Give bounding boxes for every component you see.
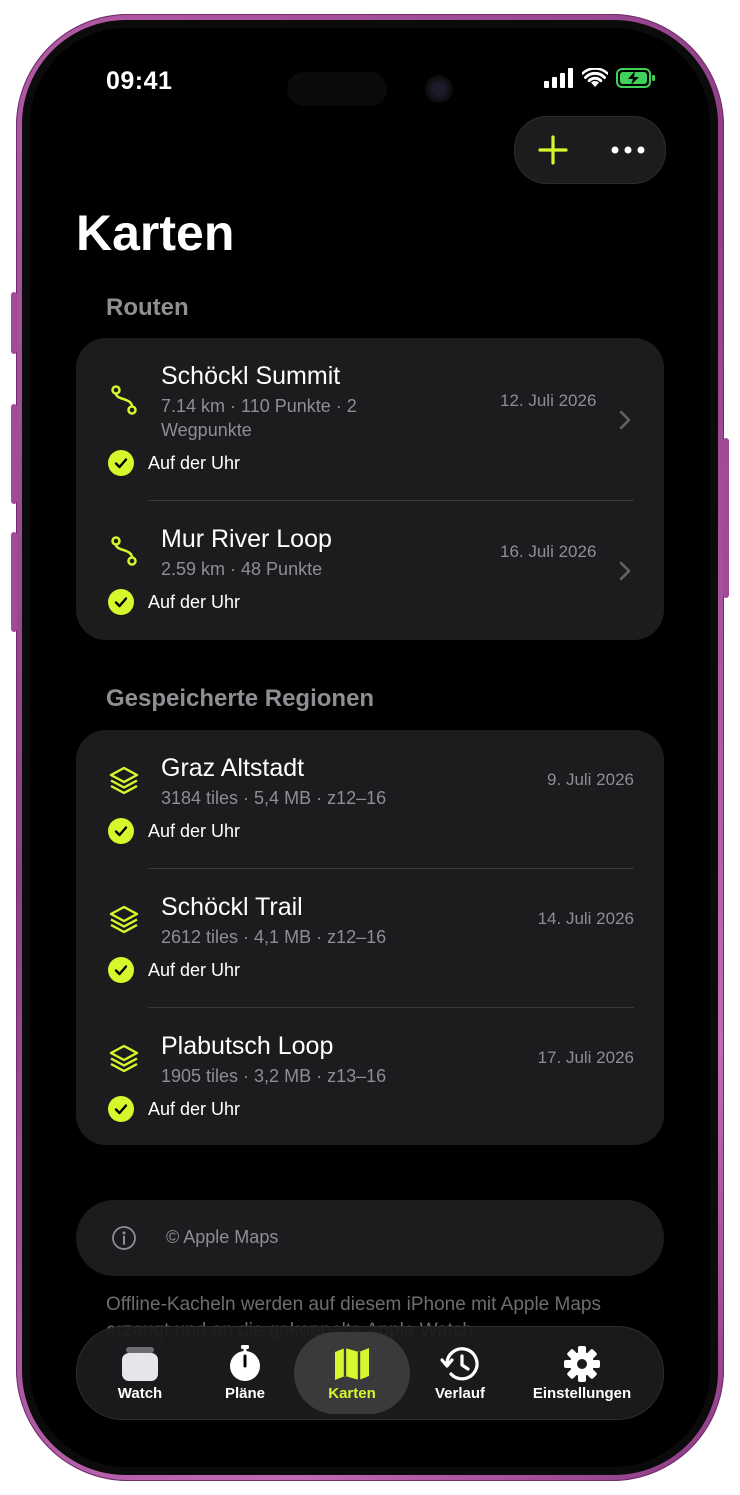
gear-icon xyxy=(564,1345,600,1382)
checkmark-icon xyxy=(108,589,134,615)
more-button[interactable] xyxy=(598,120,658,180)
status-time: 09:41 xyxy=(106,67,173,95)
tab-bar: Watch Pläne Karten Verlauf Einstellungen xyxy=(76,1326,664,1420)
history-icon xyxy=(440,1346,479,1380)
checkmark-icon xyxy=(108,1096,134,1122)
on-watch-badge: Auf der Uhr xyxy=(108,1096,240,1122)
status-icons xyxy=(544,68,656,88)
tab-label: Watch xyxy=(117,1384,163,1402)
tab-watch[interactable]: Watch xyxy=(85,1327,195,1419)
region-subtitle: 2612 tiles · 4,1 MB · z12–16 xyxy=(161,927,387,947)
region-title: Graz Altstadt xyxy=(161,754,305,782)
tab-label: Verlauf xyxy=(434,1384,486,1402)
badge-label: Auf der Uhr xyxy=(148,820,241,841)
route-subtitle: 7.14 km · 110 Punkte · 2 Wegpunkte xyxy=(161,396,357,440)
watch-icon xyxy=(122,1346,158,1381)
info-icon xyxy=(112,1226,136,1250)
on-watch-badge: Auf der Uhr xyxy=(108,450,240,476)
stopwatch-icon xyxy=(230,1344,260,1381)
layers-icon xyxy=(109,766,139,795)
badge-label: Auf der Uhr xyxy=(148,452,241,473)
action-button xyxy=(11,292,17,354)
add-button[interactable] xyxy=(523,120,583,180)
region-date: 9. Juli 2026 xyxy=(547,770,634,789)
chevron-right-icon xyxy=(619,561,631,581)
region-date: 17. Juli 2026 xyxy=(537,1048,634,1067)
region-subtitle: 3184 tiles · 5,4 MB · z12–16 xyxy=(161,788,387,808)
region-row-graz-altstadt[interactable]: Graz Altstadt 3184 tiles · 5,4 MB · z12–… xyxy=(76,730,664,868)
home-indicator xyxy=(304,1443,436,1448)
chevron-right-icon xyxy=(619,410,631,430)
region-row-schoeckl-trail[interactable]: Schöckl Trail 2612 tiles · 4,1 MB · z12–… xyxy=(76,869,664,1008)
badge-label: Auf der Uhr xyxy=(148,1098,241,1119)
route-icon xyxy=(111,536,137,566)
tab-karten[interactable]: Karten xyxy=(294,1327,410,1419)
route-row-schoeckl-summit[interactable]: Schöckl Summit 7.14 km · 110 Punkte · 2 … xyxy=(76,338,664,500)
on-watch-badge: Auf der Uhr xyxy=(108,957,240,983)
credit-text: © Apple Maps xyxy=(166,1227,279,1247)
badge-label: Auf der Uhr xyxy=(148,959,241,980)
battery-charging-icon xyxy=(616,68,655,88)
regions-card: Graz Altstadt 3184 tiles · 5,4 MB · z12–… xyxy=(76,730,664,1145)
signal-icon xyxy=(544,68,573,88)
wifi-icon xyxy=(582,68,608,87)
tab-plaene[interactable]: Pläne xyxy=(195,1327,295,1419)
on-watch-badge: Auf der Uhr xyxy=(108,818,240,844)
route-date: 16. Juli 2026 xyxy=(500,542,597,561)
volume-down-button xyxy=(11,532,17,632)
power-button xyxy=(723,438,729,598)
tab-verlauf[interactable]: Verlauf xyxy=(410,1327,510,1419)
dynamic-island xyxy=(287,72,387,106)
map-icon xyxy=(335,1347,369,1380)
route-row-mur-river-loop[interactable]: Mur River Loop 2.59 km · 48 Punkte 16. J… xyxy=(76,501,664,640)
route-subtitle: 2.59 km · 48 Punkte xyxy=(161,559,323,579)
screen: 09:41 Karten Routen Schöckl Summit 7.14 … xyxy=(30,28,710,1467)
region-subtitle: 1905 tiles · 3,2 MB · z13–16 xyxy=(161,1066,387,1086)
route-title: Schöckl Summit xyxy=(161,362,341,390)
route-title: Mur River Loop xyxy=(161,525,332,553)
toolbar-pill xyxy=(514,116,666,184)
tab-label: Pläne xyxy=(224,1384,266,1402)
section-heading-routes: Routen xyxy=(106,294,189,321)
checkmark-icon xyxy=(108,818,134,844)
region-title: Schöckl Trail xyxy=(161,893,303,921)
checkmark-icon xyxy=(108,450,134,476)
tab-einstellungen[interactable]: Einstellungen xyxy=(510,1327,654,1419)
page-title: Karten xyxy=(76,205,235,261)
layers-icon xyxy=(109,905,139,934)
checkmark-icon xyxy=(108,957,134,983)
map-credit-card[interactable]: © Apple Maps xyxy=(76,1200,664,1276)
tab-label: Karten xyxy=(328,1384,376,1402)
route-icon xyxy=(111,385,137,415)
region-title: Plabutsch Loop xyxy=(161,1032,334,1060)
section-heading-regions: Gespeicherte Regionen xyxy=(106,685,375,712)
region-row-plabutsch-loop[interactable]: Plabutsch Loop 1905 tiles · 3,2 MB · z13… xyxy=(76,1008,664,1145)
region-date: 14. Juli 2026 xyxy=(537,909,634,928)
badge-label: Auf der Uhr xyxy=(148,591,241,612)
ellipsis-icon xyxy=(611,146,644,154)
camera xyxy=(425,75,453,103)
routes-card: Schöckl Summit 7.14 km · 110 Punkte · 2 … xyxy=(76,338,664,640)
route-date: 12. Juli 2026 xyxy=(500,391,597,410)
plus-icon xyxy=(537,135,568,165)
volume-up-button xyxy=(11,404,17,504)
on-watch-badge: Auf der Uhr xyxy=(108,589,240,615)
tab-label: Einstellungen xyxy=(532,1384,632,1402)
layers-icon xyxy=(109,1044,139,1073)
